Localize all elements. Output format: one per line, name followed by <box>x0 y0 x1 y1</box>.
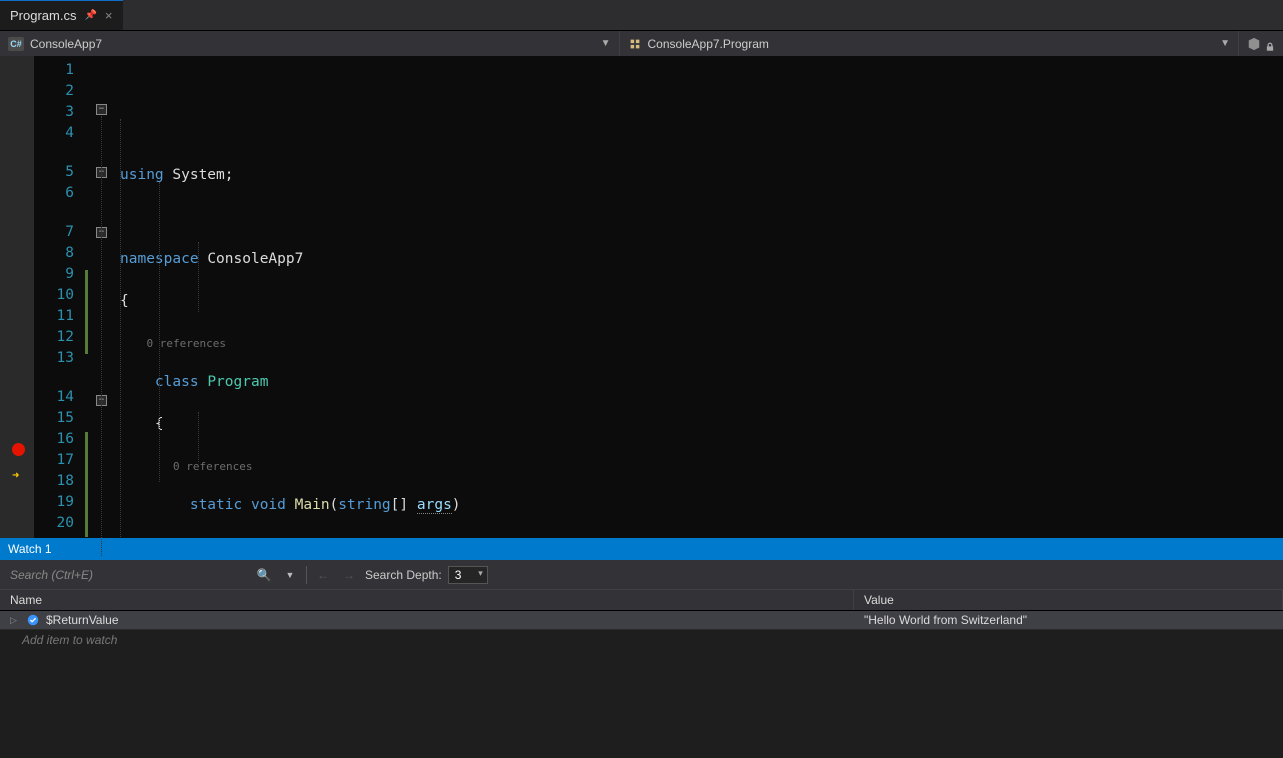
scope-label: ConsoleApp7 <box>30 37 102 51</box>
member-selector[interactable]: ConsoleApp7.Program ▼ <box>620 31 1240 56</box>
watch-search-input[interactable] <box>8 567 248 583</box>
tab-program-cs[interactable]: Program.cs 📌 × <box>0 0 123 30</box>
nav-back-icon: ← <box>313 568 333 582</box>
return-value-icon <box>26 613 40 627</box>
col-name[interactable]: Name <box>0 590 854 610</box>
expand-icon[interactable]: ▷ <box>10 615 20 626</box>
outline-margin: − − − − <box>90 56 114 538</box>
chevron-down-icon[interactable]: ▼ <box>280 570 300 580</box>
search-depth-label: Search Depth: <box>365 568 442 582</box>
col-value[interactable]: Value <box>854 590 1283 610</box>
watch-toolbar: 🔍 ▼ ← → Search Depth: 3 <box>0 560 1283 590</box>
code-editor[interactable]: ➜ 1 2 3 4 5 6 7 8 9 10 11 12 13 14 15 16… <box>0 56 1283 538</box>
pin-icon[interactable]: 📌 <box>84 10 96 21</box>
watch-grid: Name Value ▷ $ReturnValue "Hello World f… <box>0 590 1283 758</box>
watch-value: "Hello World from Switzerland" <box>854 611 1283 629</box>
csharp-icon: C# <box>8 37 24 51</box>
lock-icon <box>1265 42 1275 52</box>
member-label: ConsoleApp7.Program <box>648 37 769 51</box>
glyph-margin[interactable]: ➜ <box>0 56 34 538</box>
search-icon[interactable]: 🔍 <box>254 568 274 582</box>
navigation-bar: C# ConsoleApp7 ▼ ConsoleApp7.Program ▼ <box>0 30 1283 56</box>
line-numbers: 1 2 3 4 5 6 7 8 9 10 11 12 13 14 15 16 1… <box>34 56 84 538</box>
scope-selector[interactable]: C# ConsoleApp7 ▼ <box>0 31 620 56</box>
watch-header-row: Name Value <box>0 590 1283 611</box>
nav-forward-icon: → <box>339 568 359 582</box>
toggle-selector[interactable] <box>1239 31 1283 56</box>
close-icon[interactable]: × <box>105 8 113 23</box>
codelens[interactable]: 0 references <box>120 333 1283 351</box>
breakpoint-icon[interactable] <box>12 443 25 456</box>
current-line-arrow-icon: ➜ <box>12 465 19 486</box>
watch-add-row[interactable]: Add item to watch <box>0 630 1283 650</box>
tab-title: Program.cs <box>10 8 76 23</box>
watch-row[interactable]: ▷ $ReturnValue "Hello World from Switzer… <box>0 611 1283 630</box>
watch-panel-title[interactable]: Watch 1 <box>0 538 1283 560</box>
codelens[interactable]: 0 references <box>120 456 1283 474</box>
class-icon <box>628 37 642 51</box>
cube-icon <box>1247 37 1261 51</box>
search-depth-selector[interactable]: 3 <box>448 566 488 584</box>
chevron-down-icon: ▼ <box>601 38 611 49</box>
fold-toggle[interactable]: − <box>96 104 107 115</box>
watch-name: $ReturnValue <box>46 613 119 627</box>
chevron-down-icon: ▼ <box>1220 38 1230 49</box>
tab-strip: Program.cs 📌 × <box>0 0 1283 30</box>
code-area[interactable]: using System; namespace ConsoleApp7 { 0 … <box>114 56 1283 538</box>
